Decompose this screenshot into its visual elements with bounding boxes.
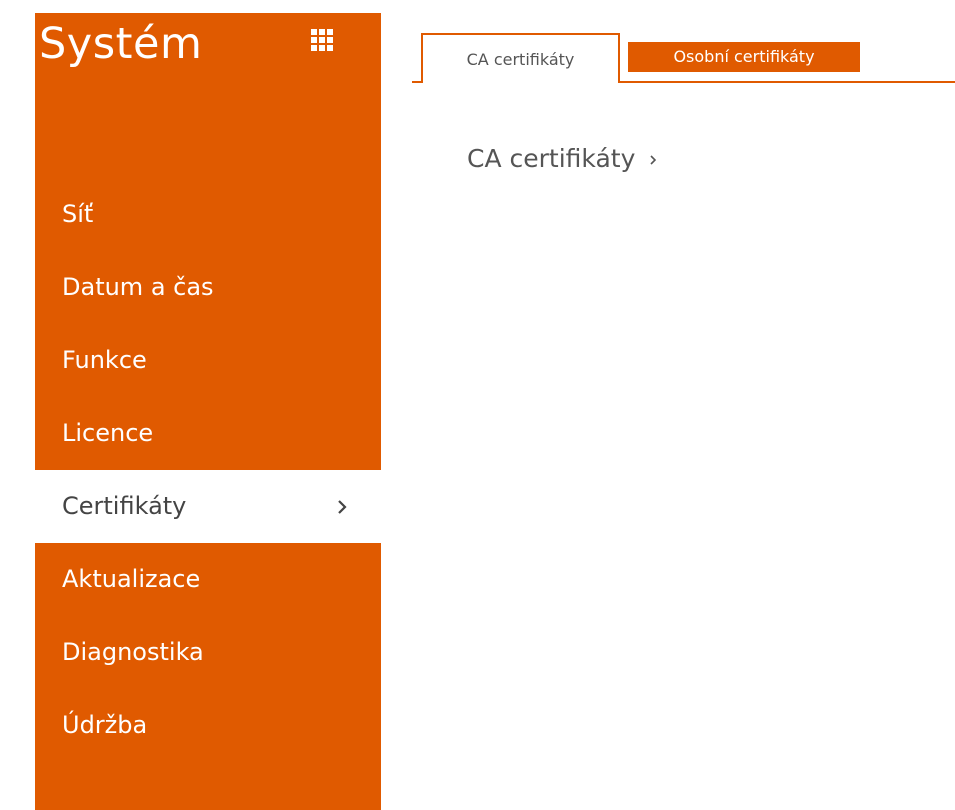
sidebar-item-label: Síť bbox=[62, 200, 94, 228]
sidebar: Systém Síť Datum a čas Funkce Licence Ce… bbox=[35, 13, 381, 810]
sidebar-item-udrzba[interactable]: Údržba bbox=[35, 689, 381, 762]
section-heading-label: CA certifikáty bbox=[467, 144, 636, 173]
sidebar-item-label: Funkce bbox=[62, 346, 147, 374]
tab-bar: CA certifikáty Osobní certifikáty bbox=[412, 30, 955, 83]
sidebar-title: Systém bbox=[39, 19, 203, 69]
sidebar-item-label: Certifikáty bbox=[62, 492, 187, 520]
sidebar-item-sit[interactable]: Síť bbox=[35, 178, 381, 251]
sidebar-item-certifikaty[interactable]: Certifikáty bbox=[35, 470, 381, 543]
section-heading-ca-certifikaty[interactable]: CA certifikáty bbox=[467, 139, 657, 179]
sidebar-item-funkce[interactable]: Funkce bbox=[35, 324, 381, 397]
tab-osobni-certifikaty[interactable]: Osobní certifikáty bbox=[628, 42, 860, 72]
sidebar-nav: Síť Datum a čas Funkce Licence Certifiká… bbox=[35, 178, 381, 762]
sidebar-item-label: Diagnostika bbox=[62, 638, 204, 666]
sidebar-item-datum-a-cas[interactable]: Datum a čas bbox=[35, 251, 381, 324]
sidebar-item-label: Aktualizace bbox=[62, 565, 201, 593]
tab-label: Osobní certifikáty bbox=[673, 47, 815, 66]
tab-label: CA certifikáty bbox=[466, 50, 575, 69]
sidebar-item-diagnostika[interactable]: Diagnostika bbox=[35, 616, 381, 689]
sidebar-item-label: Licence bbox=[62, 419, 154, 447]
sidebar-item-aktualizace[interactable]: Aktualizace bbox=[35, 543, 381, 616]
sidebar-item-label: Datum a čas bbox=[62, 273, 214, 301]
tab-ca-certifikaty[interactable]: CA certifikáty bbox=[421, 33, 620, 83]
sidebar-item-label: Údržba bbox=[62, 711, 148, 739]
grid-menu-icon[interactable] bbox=[311, 29, 333, 51]
chevron-right-icon bbox=[335, 470, 349, 543]
sidebar-item-licence[interactable]: Licence bbox=[35, 397, 381, 470]
chevron-right-icon bbox=[649, 154, 657, 166]
